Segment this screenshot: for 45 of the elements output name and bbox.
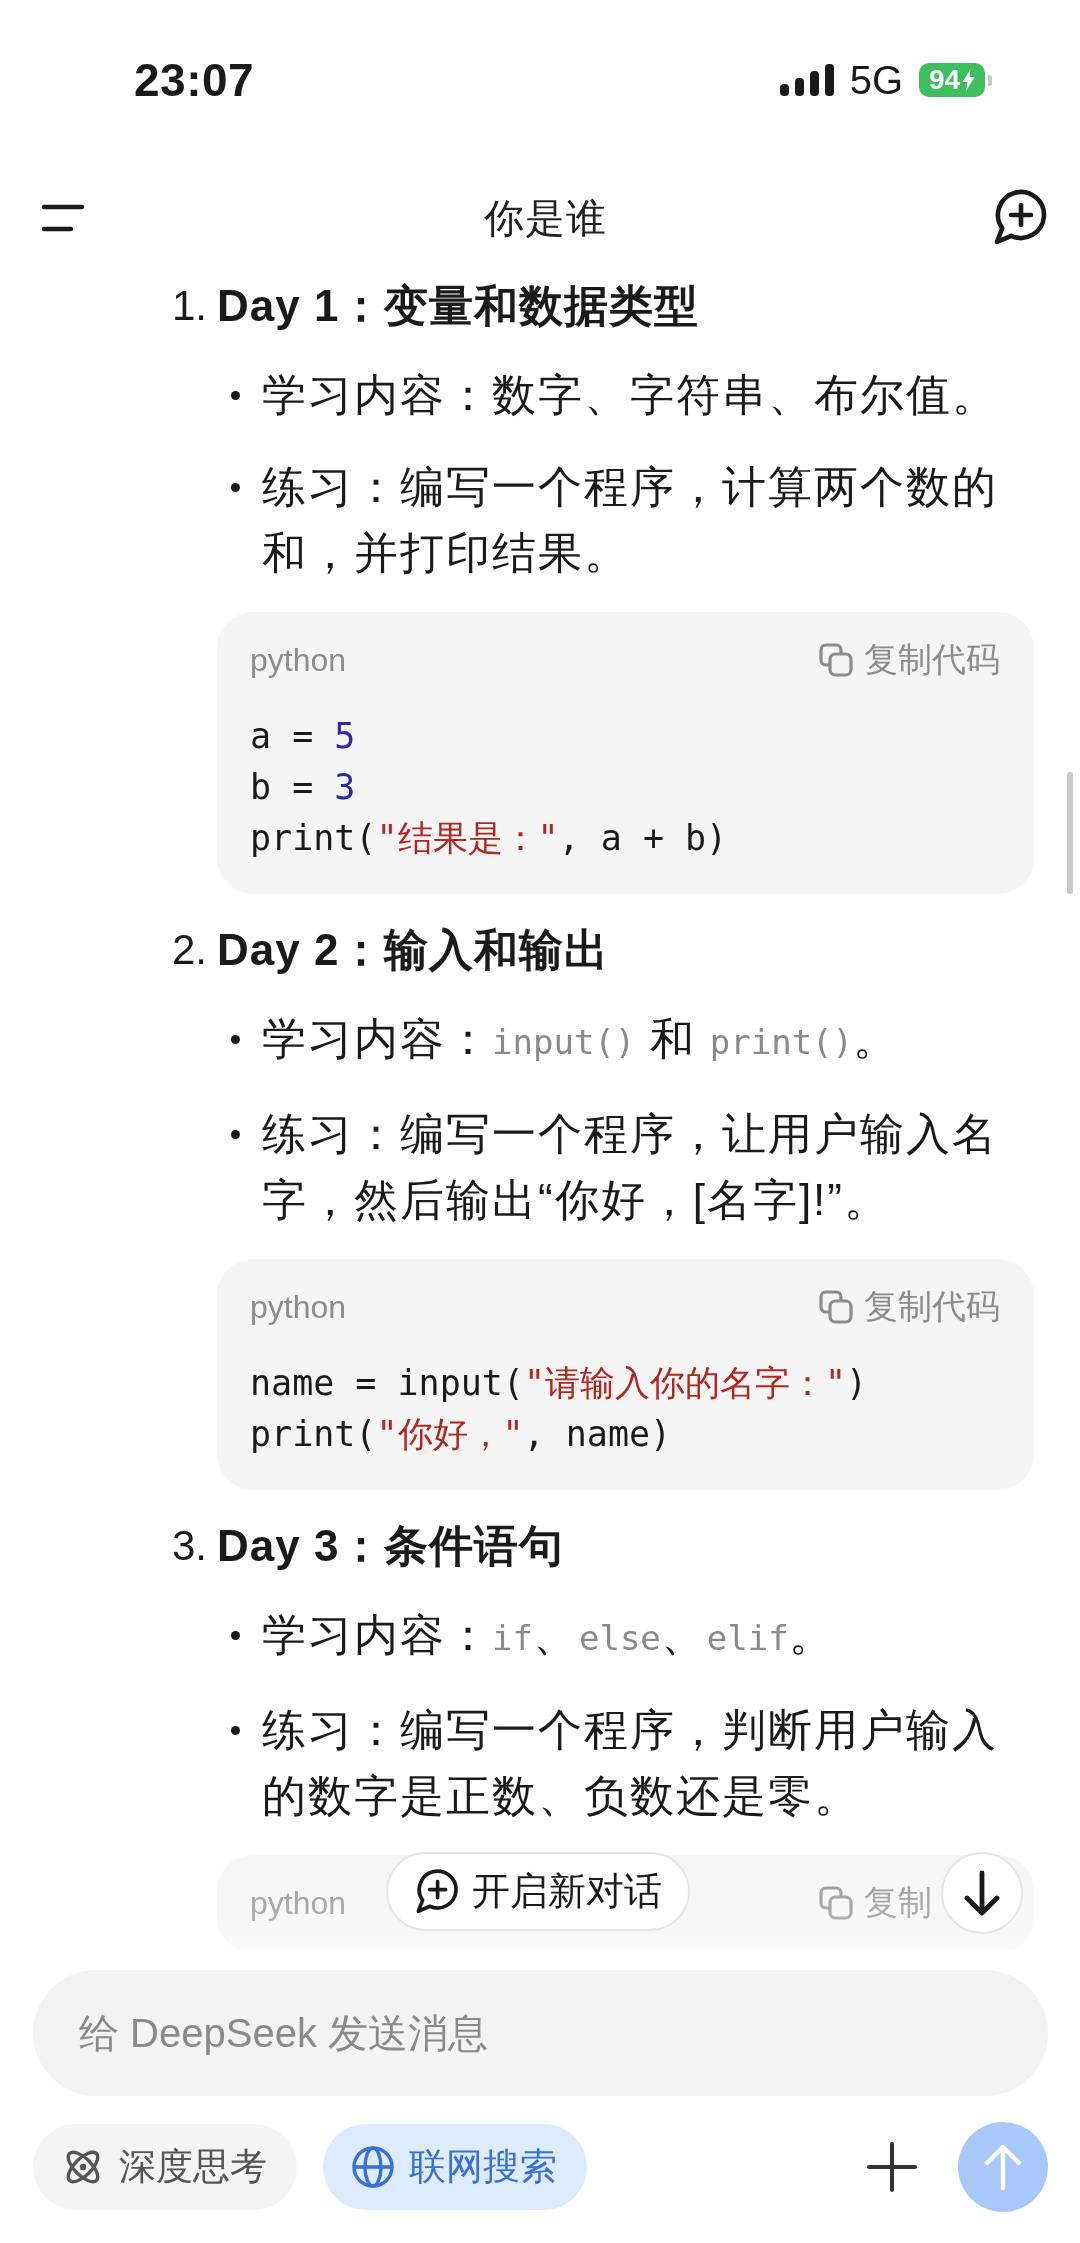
deep-think-toggle[interactable]: 深度思考 xyxy=(33,2124,297,2210)
copy-icon xyxy=(818,1885,854,1921)
list-number: 1. xyxy=(172,281,209,331)
web-search-toggle[interactable]: 联网搜索 xyxy=(323,2124,587,2210)
chat-title: 你是谁 xyxy=(483,194,607,242)
list-number: 3. xyxy=(172,1521,209,1571)
code-language: python xyxy=(250,641,347,679)
plus-icon[interactable] xyxy=(866,2141,918,2193)
code-line: print("结果是：", a + b) xyxy=(250,817,729,860)
bullet-text: 学习内容：if、else、elif。 xyxy=(262,1609,836,1661)
code-line: print("你好，", name) xyxy=(250,1413,673,1456)
bullet-icon xyxy=(231,1631,240,1640)
message-input[interactable]: 给 DeepSeek 发送消息 xyxy=(33,1970,1048,2096)
bullet-icon xyxy=(231,391,240,400)
bullet-icon xyxy=(231,1035,240,1044)
new-chat-button[interactable]: 开启新对话 xyxy=(386,1852,690,1931)
bullet-text: 学习内容：数字、字符串、布尔值。 xyxy=(262,369,999,421)
bullet-text: 练习：编写一个程序，计算两个数的和，并打印结果。 xyxy=(262,461,999,579)
bolt-icon xyxy=(962,69,976,91)
bullet-icon xyxy=(231,1726,240,1735)
copy-button[interactable]: 复制代码 xyxy=(818,637,1000,683)
battery-percent: 94 xyxy=(928,63,961,97)
code-line: name = input("请输入你的名字：") xyxy=(250,1362,869,1405)
bullet-icon xyxy=(231,483,240,492)
section-heading: Day 2：输入和输出 xyxy=(217,924,611,976)
copy-button[interactable]: 复制代码 xyxy=(818,1284,1000,1330)
globe-icon xyxy=(351,2145,395,2189)
code-language: python xyxy=(250,1884,347,1922)
bullet-text: 学习内容：input() 和 print()。 xyxy=(262,1013,901,1065)
network-type: 5G xyxy=(849,57,903,103)
code-line: a = 5 xyxy=(250,715,357,758)
signal-icon xyxy=(779,64,834,96)
copy-button[interactable]: 复制 xyxy=(818,1880,932,1926)
bullet-icon xyxy=(231,1130,240,1139)
section-heading: Day 1：变量和数据类型 xyxy=(217,280,701,332)
copy-icon xyxy=(818,642,854,678)
code-line: b = 3 xyxy=(250,766,357,809)
code-language: python xyxy=(250,1288,347,1326)
list-number: 2. xyxy=(172,925,209,975)
bullet-text: 练习：编写一个程序，判断用户输入的数字是正数、负数还是零。 xyxy=(262,1704,999,1822)
menu-icon[interactable] xyxy=(41,203,85,233)
bullet-text: 练习：编写一个程序，让用户输入名字，然后输出“你好，[名字]!”。 xyxy=(262,1108,999,1226)
copy-icon xyxy=(818,1289,854,1325)
section-heading: Day 3：条件语句 xyxy=(217,1520,566,1572)
status-time: 23:07 xyxy=(134,53,255,107)
